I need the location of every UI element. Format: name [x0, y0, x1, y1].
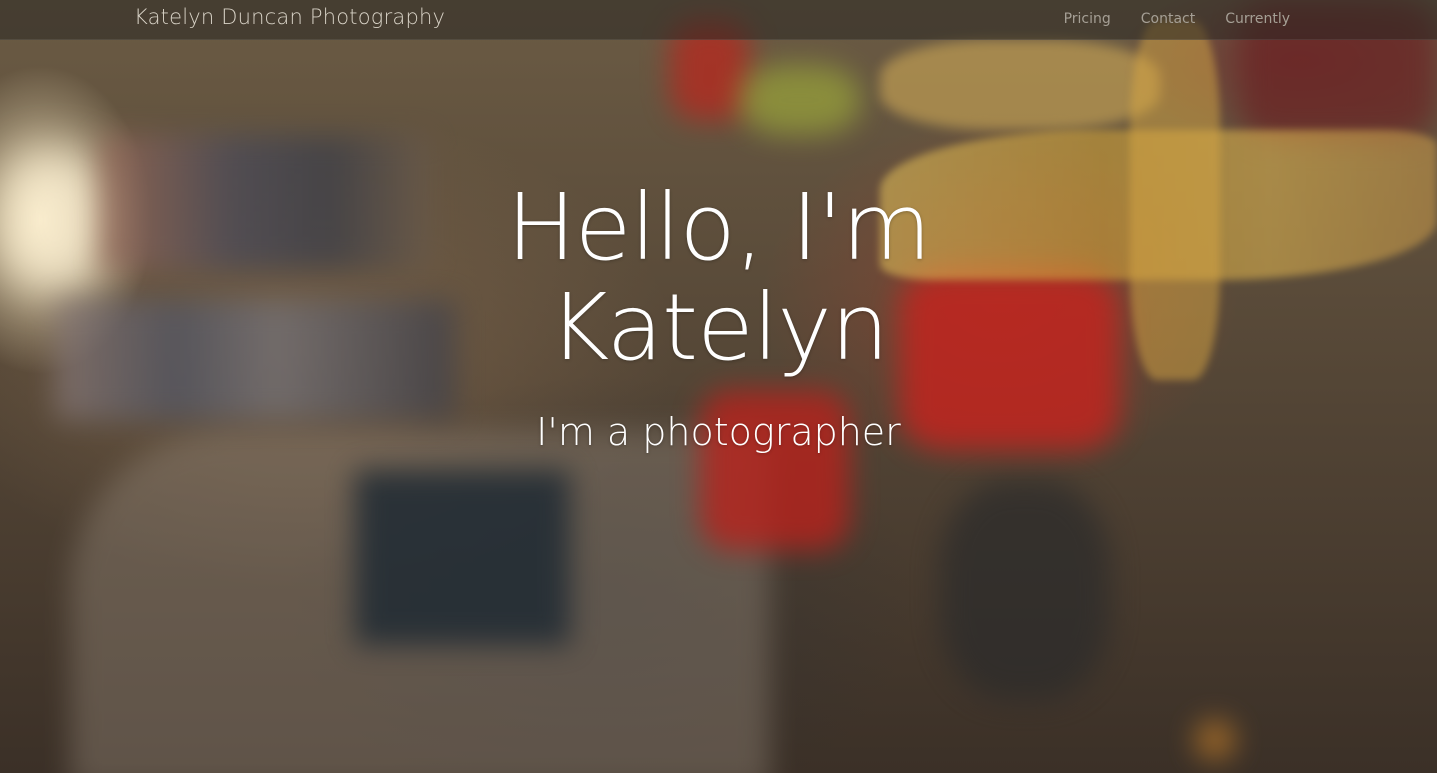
brand-link[interactable]: Katelyn Duncan Photography: [134, 5, 445, 29]
nav-link-contact[interactable]: Contact: [1141, 11, 1195, 27]
top-navbar: Katelyn Duncan Photography Pricing Conta…: [0, 0, 1437, 40]
hero-headline-line-1: Hello, I'm: [506, 174, 932, 281]
nav-link-pricing[interactable]: Pricing: [1064, 11, 1111, 27]
hero-headline-line-2: Katelyn: [548, 274, 889, 381]
hero-tagline: I'm a photographer: [536, 410, 901, 454]
hero-section: Katelyn Duncan Photography Pricing Conta…: [0, 0, 1437, 773]
nav-links: Pricing Contact Currently: [1064, 11, 1290, 27]
hero-headline: Hello, I'm Katelyn: [0, 178, 1437, 378]
nav-link-currently[interactable]: Currently: [1225, 11, 1290, 27]
